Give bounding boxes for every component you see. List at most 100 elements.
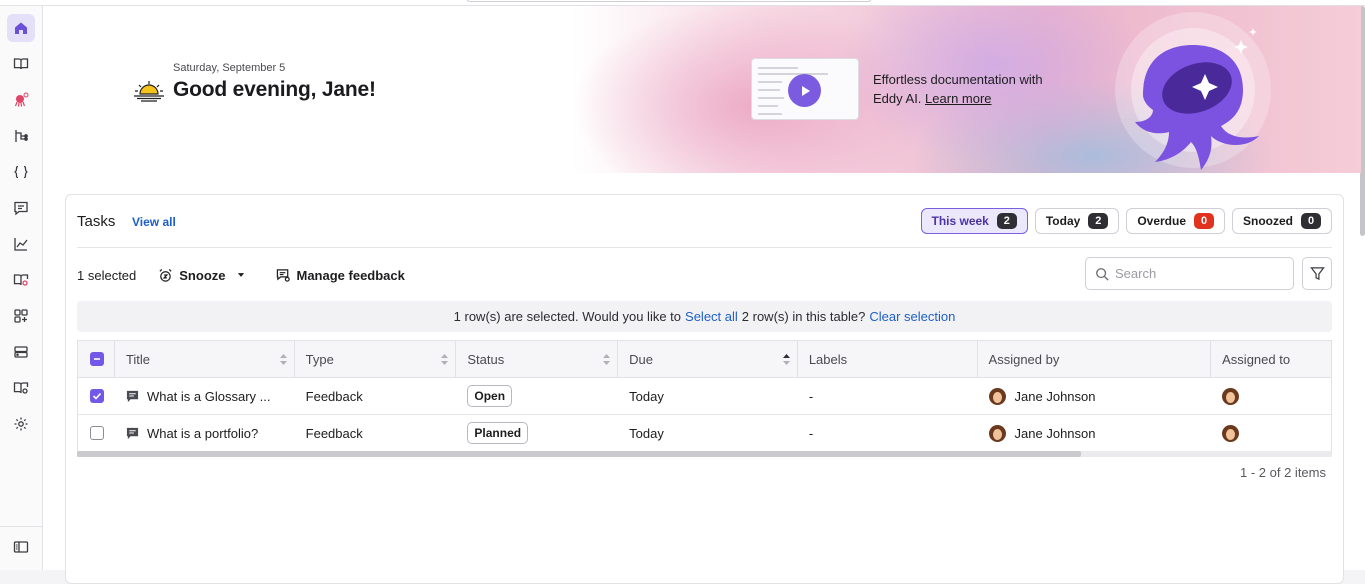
row-status-cell: Open: [456, 378, 618, 414]
row-labels: -: [808, 425, 814, 441]
branch-icon[interactable]: [7, 122, 35, 150]
select-all-checkbox[interactable]: [90, 352, 104, 366]
collapse-sidebar-icon[interactable]: [7, 533, 35, 561]
table-row[interactable]: What is a portfolio? Feedback Planned To…: [78, 415, 1331, 452]
tasks-title: Tasks: [77, 213, 116, 230]
column-label: Labels: [808, 351, 848, 367]
header-divider: [77, 247, 1332, 248]
current-date: Saturday, September 5: [173, 62, 286, 74]
promo-text: Effortless documentation with Eddy AI. L…: [873, 70, 1073, 108]
tab-overdue[interactable]: Overdue 0: [1126, 208, 1225, 234]
book-settings-icon[interactable]: [7, 374, 35, 402]
promo-video-thumbnail[interactable]: [751, 58, 859, 120]
feedback-settings-icon: [276, 268, 290, 282]
row-select-cell: [78, 415, 115, 451]
column-header-type[interactable]: Type: [295, 341, 457, 377]
gear-icon[interactable]: [7, 410, 35, 438]
banner-middle: 2 row(s) in this table?: [741, 309, 866, 324]
row-checkbox[interactable]: [90, 389, 104, 403]
view-all-link[interactable]: View all: [132, 215, 176, 229]
tab-today[interactable]: Today 2: [1034, 208, 1120, 234]
avatar: [988, 424, 1006, 442]
address-bar[interactable]: [466, 0, 872, 2]
row-due: Today: [629, 425, 664, 441]
pagination-info: 1 - 2 of 2 items: [1240, 465, 1326, 480]
task-filter-tabs: This week 2 Today 2 Overdue 0 Snoozed 0: [920, 208, 1332, 234]
filter-icon: [1309, 267, 1325, 281]
octopus-ai-icon[interactable]: [7, 86, 35, 114]
learn-more-link[interactable]: Learn more: [925, 91, 991, 106]
status-badge: Open: [467, 385, 513, 407]
row-assigned-to: [1211, 378, 1331, 414]
row-type: Feedback: [305, 388, 363, 404]
chat-icon[interactable]: [7, 194, 35, 222]
sort-icon: [603, 354, 611, 365]
tasks-table: Title Type Status Due Labels Assigned by…: [77, 340, 1332, 452]
welcome-banner: Saturday, September 5 Good evening, Jane…: [43, 6, 1361, 173]
row-select-cell: [78, 378, 115, 414]
tab-this-week[interactable]: This week 2: [920, 208, 1028, 234]
column-label: Assigned to: [1222, 351, 1291, 367]
row-title[interactable]: What is a portfolio?: [115, 415, 295, 451]
home-icon[interactable]: [7, 14, 35, 42]
snooze-button[interactable]: Snooze: [158, 268, 245, 283]
row-assigned-by: Jane Johnson: [978, 378, 1212, 414]
column-label: Assigned by: [988, 351, 1060, 367]
code-braces-icon[interactable]: [7, 158, 35, 186]
select-all-link[interactable]: Select all: [685, 309, 738, 324]
row-assigned-by: Jane Johnson: [978, 415, 1212, 451]
tab-label: Snoozed: [1243, 214, 1293, 228]
storage-icon[interactable]: [7, 338, 35, 366]
sunset-icon: [134, 81, 164, 102]
search-input[interactable]: [1115, 266, 1275, 281]
row-labels: -: [808, 388, 814, 404]
column-header-labels[interactable]: Labels: [798, 341, 978, 377]
column-label: Type: [305, 351, 334, 367]
manage-feedback-button[interactable]: Manage feedback: [276, 268, 405, 283]
row-title[interactable]: What is a Glossary ...: [115, 378, 295, 414]
filter-button[interactable]: [1302, 257, 1332, 290]
sort-ascending-icon: [782, 354, 790, 365]
row-title-text: What is a Glossary ...: [146, 388, 271, 404]
tab-count: 2: [996, 213, 1017, 229]
assigned-by-name: Jane Johnson: [1014, 425, 1096, 441]
column-header-status[interactable]: Status: [456, 341, 619, 377]
alarm-clock-icon: [159, 268, 172, 282]
row-status-cell: Planned: [456, 415, 618, 451]
book-search-icon[interactable]: [7, 266, 35, 294]
row-due: Today: [629, 388, 664, 404]
selection-banner: 1 row(s) are selected. Would you like to…: [77, 301, 1332, 332]
book-icon[interactable]: [7, 50, 35, 78]
tab-count: 0: [1301, 213, 1321, 229]
feedback-icon: [126, 390, 139, 402]
row-checkbox[interactable]: [90, 426, 104, 440]
sidebar: [0, 6, 43, 570]
column-label: Status: [467, 351, 505, 367]
snooze-label: Snooze: [179, 267, 226, 283]
greeting-heading: Good evening, Jane!: [173, 78, 376, 101]
status-badge: Planned: [467, 422, 529, 444]
select-all-cell: [78, 341, 115, 377]
table-row[interactable]: What is a Glossary ... Feedback Open Tod…: [78, 378, 1331, 415]
avatar: [1222, 424, 1240, 442]
tab-label: Today: [1045, 214, 1081, 228]
table-header: Title Type Status Due Labels Assigned by…: [78, 341, 1331, 378]
column-header-assigned-to[interactable]: Assigned to: [1211, 341, 1331, 377]
play-icon[interactable]: [788, 74, 821, 107]
search-icon: [1096, 267, 1109, 281]
horizontal-scrollbar[interactable]: [77, 451, 1332, 457]
clear-selection-link[interactable]: Clear selection: [869, 309, 955, 324]
tasks-card: Tasks View all This week 2 Today 2 Overd…: [65, 194, 1344, 584]
tab-snoozed[interactable]: Snoozed 0: [1232, 208, 1332, 234]
column-header-due[interactable]: Due: [618, 341, 798, 377]
horizontal-scrollbar-thumb[interactable]: [77, 451, 1081, 457]
row-title-text: What is a portfolio?: [146, 425, 259, 441]
chevron-down-icon: [237, 273, 244, 277]
column-header-title[interactable]: Title: [115, 341, 295, 377]
analytics-icon[interactable]: [7, 230, 35, 258]
apps-icon[interactable]: [7, 302, 35, 330]
column-header-assigned-by[interactable]: Assigned by: [978, 341, 1212, 377]
search-field: [1085, 257, 1294, 290]
selected-count: 1 selected: [77, 267, 137, 283]
tab-label: This week: [931, 214, 989, 228]
